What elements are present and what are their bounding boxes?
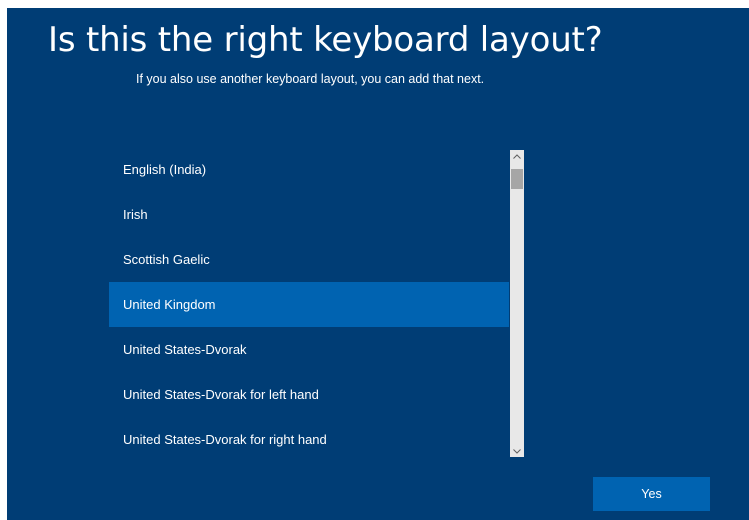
keyboard-layout-list[interactable]: English (India) Irish Scottish Gaelic Un…	[109, 147, 509, 462]
list-item-us-dvorak-right-hand[interactable]: United States-Dvorak for right hand	[109, 417, 509, 462]
page-title: Is this the right keyboard layout?	[48, 20, 603, 60]
list-item-us-dvorak-left-hand[interactable]: United States-Dvorak for left hand	[109, 372, 509, 417]
setup-window: Is this the right keyboard layout? If yo…	[7, 8, 749, 520]
list-item-united-kingdom[interactable]: United Kingdom	[109, 282, 509, 327]
list-item-label: United States-Dvorak for right hand	[123, 432, 327, 447]
list-item-irish[interactable]: Irish	[109, 192, 509, 237]
list-scrollbar[interactable]	[510, 150, 524, 457]
list-item-label: English (India)	[123, 162, 207, 177]
list-item-scottish-gaelic[interactable]: Scottish Gaelic	[109, 237, 509, 282]
chevron-down-icon[interactable]	[510, 445, 524, 457]
list-item-us-dvorak[interactable]: United States-Dvorak	[109, 327, 509, 372]
page-subtitle: If you also use another keyboard layout,…	[136, 72, 485, 86]
list-item-label: United States-Dvorak	[123, 342, 247, 357]
list-item-label: Scottish Gaelic	[123, 252, 210, 267]
list-item-english-india[interactable]: English (India)	[109, 147, 509, 192]
yes-button[interactable]: Yes	[593, 477, 710, 511]
chevron-up-icon[interactable]	[510, 150, 524, 162]
list-item-label: Irish	[123, 207, 148, 222]
scrollbar-thumb[interactable]	[511, 169, 523, 189]
list-item-label: United States-Dvorak for left hand	[123, 387, 319, 402]
list-item-label: United Kingdom	[123, 297, 216, 312]
